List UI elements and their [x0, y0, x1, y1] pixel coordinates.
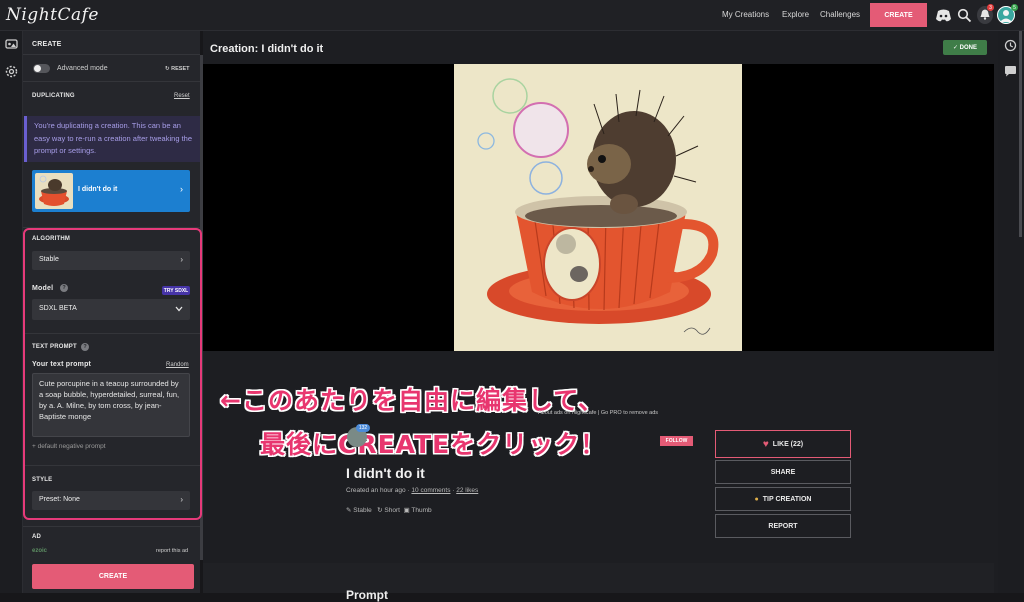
report-button[interactable]: REPORT — [715, 514, 851, 538]
create-button[interactable]: CREATE — [32, 564, 194, 589]
prompt-section: Prompt — [203, 563, 994, 602]
done-button[interactable]: ✓ DONE — [943, 40, 987, 55]
divider — [23, 81, 200, 82]
chat-icon[interactable] — [1004, 65, 1017, 77]
nav-challenges[interactable]: Challenges — [820, 10, 860, 19]
reset-label: RESET — [171, 66, 190, 72]
algorithm-tag-icon: ✎ — [346, 507, 352, 514]
right-icon-strip — [998, 31, 1024, 593]
divider — [23, 54, 200, 55]
tag-short: Short — [384, 507, 400, 514]
nav-explore[interactable]: Explore — [782, 10, 809, 19]
create-button-top[interactable]: CREATE — [870, 3, 927, 27]
follow-button[interactable]: FOLLOW — [660, 436, 693, 446]
discord-icon[interactable] — [935, 8, 952, 23]
creation-meta: Created an hour ago · 10 comments · 22 l… — [346, 487, 479, 494]
coin-bag-icon: ● — [754, 495, 759, 503]
size-tag-icon: ▣ — [403, 507, 410, 514]
avatar-level-badge: 5 — [1011, 4, 1018, 11]
creation-title: I didn't do it — [346, 465, 425, 481]
ad-title: AD — [32, 534, 42, 540]
ads-notice[interactable]: About ads on NightCafe | Go PRO to remov… — [538, 410, 658, 416]
gear-icon[interactable] — [5, 65, 18, 78]
nav-my-creations[interactable]: My Creations — [722, 10, 769, 19]
panel-header: CREATE — [32, 41, 62, 48]
creation-thumbnail — [35, 173, 73, 209]
advanced-mode-toggle[interactable] — [33, 64, 50, 73]
report-ad-link[interactable]: report this ad — [156, 548, 188, 554]
left-icon-strip — [0, 31, 23, 593]
check-icon: ✓ — [952, 45, 960, 51]
creation-image[interactable] — [454, 64, 742, 351]
advanced-mode-label: Advanced mode — [57, 65, 108, 72]
top-bar: NightCafe My Creations Explore Challenge… — [0, 0, 1024, 31]
created-time: Created an hour ago — [346, 487, 406, 494]
comments-link[interactable]: 10 comments — [411, 487, 450, 494]
page-title: Creation: I didn't do it — [210, 43, 324, 55]
notification-count-badge: 3 — [987, 4, 994, 11]
prompt-heading: Prompt — [346, 588, 388, 602]
search-icon[interactable] — [957, 8, 972, 23]
history-icon[interactable] — [1004, 39, 1017, 52]
duplicating-title: DUPLICATING — [32, 93, 75, 99]
duplicated-creation-title: I didn't do it — [78, 186, 118, 193]
heart-icon: ♥ — [762, 438, 769, 450]
like-label: LIKE (22) — [772, 440, 804, 448]
duplicating-reset-link[interactable]: Reset — [174, 93, 190, 99]
creator-level-badge: 132 — [356, 424, 370, 432]
divider — [23, 526, 200, 527]
duration-tag-icon: ↻ — [377, 507, 383, 514]
duplicating-notice: You're duplicating a creation. This can … — [24, 116, 200, 162]
creation-tags: ✎ Stable ↻ Short ▣ Thumb — [346, 506, 432, 514]
tag-thumb: Thumb — [411, 507, 432, 514]
share-button[interactable]: SHARE — [715, 460, 851, 484]
nightcafe-logo[interactable]: NightCafe — [6, 5, 99, 25]
tip-creation-button[interactable]: ● TIP CREATION — [715, 487, 851, 511]
duplicated-creation-card[interactable]: I didn't do it › — [32, 170, 190, 212]
like-button[interactable]: ♥ LIKE (22) — [715, 430, 851, 458]
page-scrollbar[interactable] — [1019, 31, 1022, 237]
annotation-line-2: 最後にCREATEをクリック！ — [260, 430, 607, 459]
tip-label: TIP CREATION — [762, 495, 812, 503]
likes-link[interactable]: 22 likes — [456, 487, 478, 494]
done-label: DONE — [959, 44, 978, 51]
ezoic-logo: ezoic — [32, 548, 48, 554]
tag-stable: Stable — [353, 507, 372, 514]
edit-area-highlight — [23, 228, 202, 520]
chevron-right-icon: › — [180, 184, 183, 194]
reset-button[interactable]: ↻ RESET — [165, 66, 189, 72]
create-tool-icon[interactable] — [5, 38, 18, 50]
